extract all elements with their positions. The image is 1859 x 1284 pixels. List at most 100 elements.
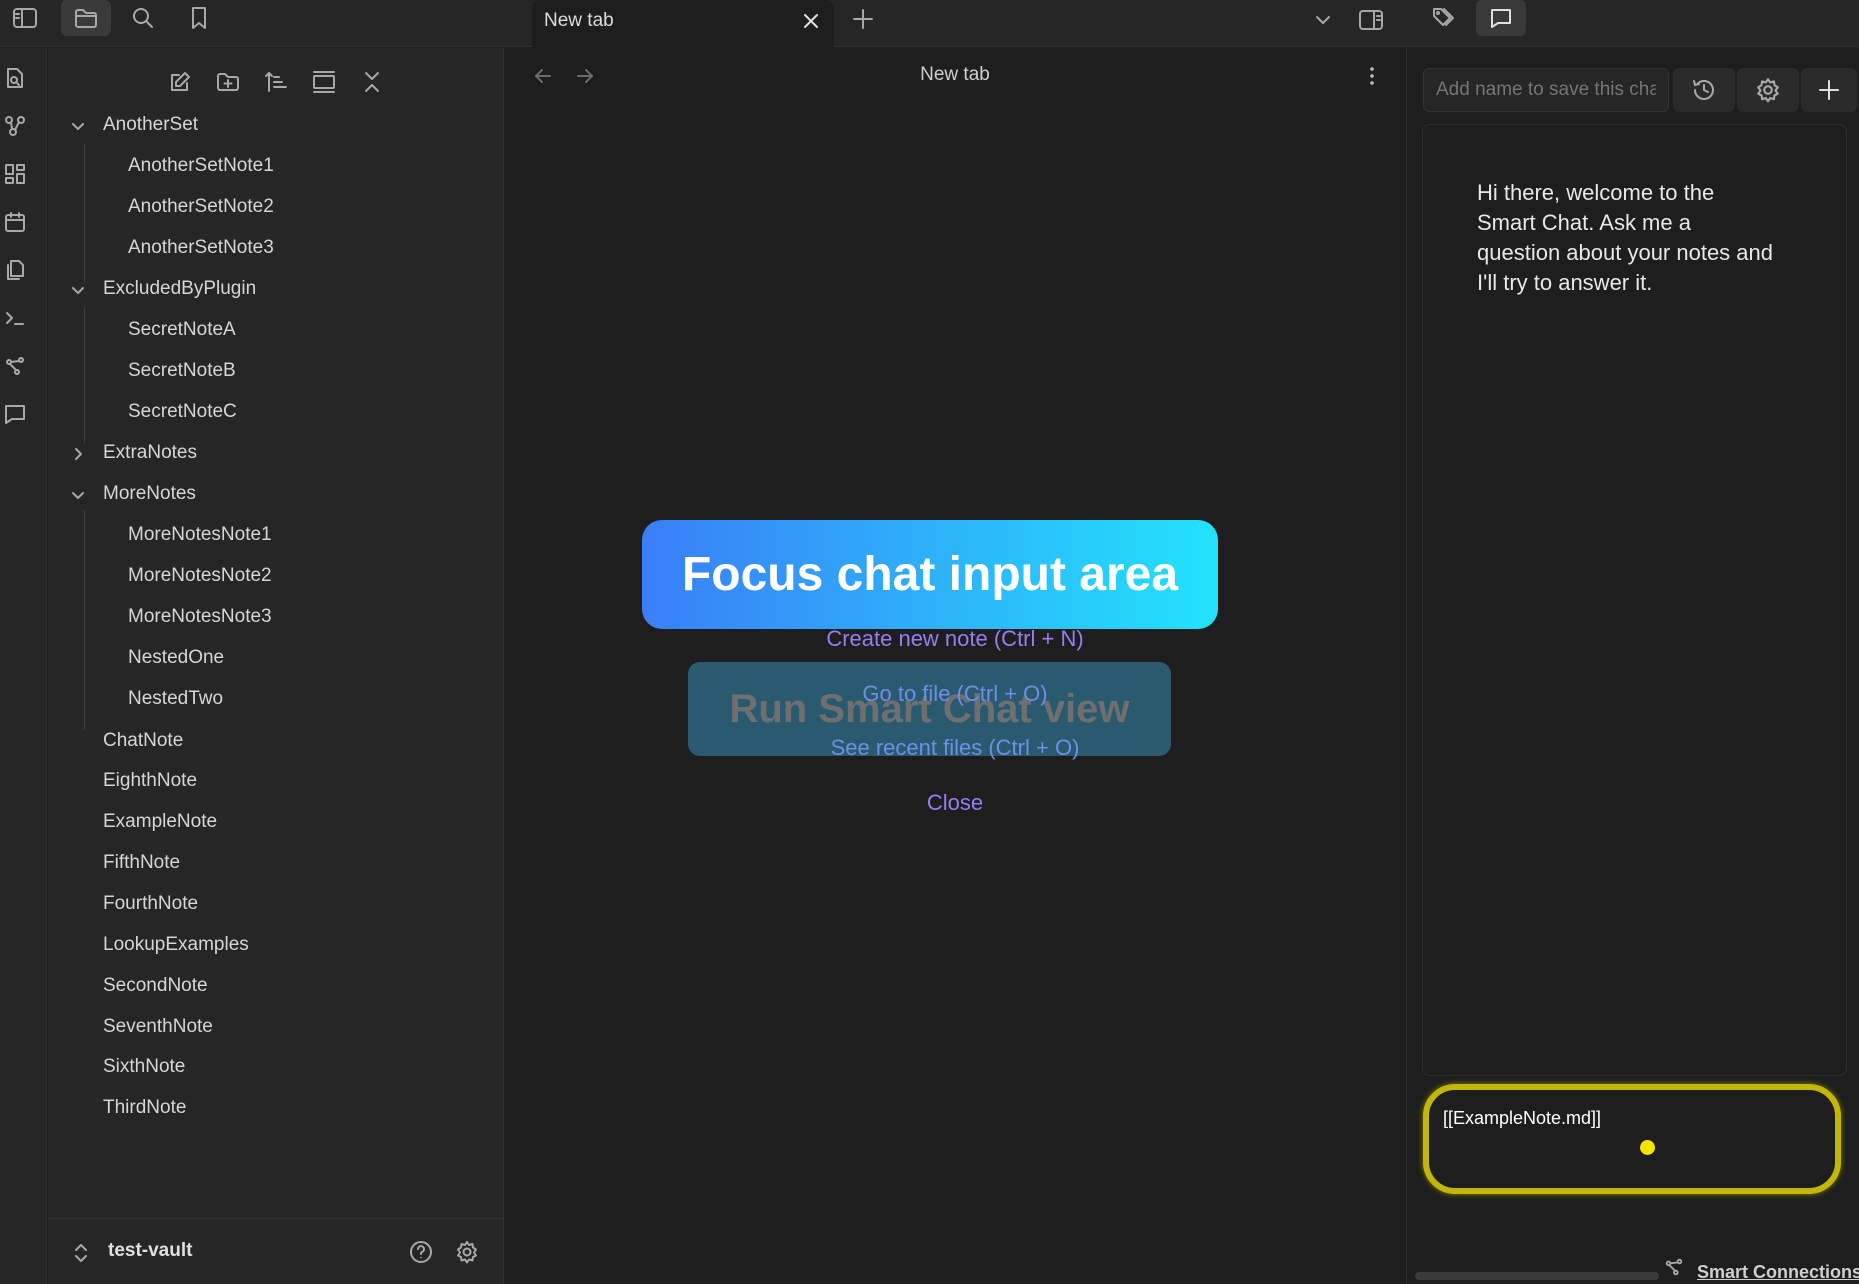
folder-item[interactable]: MoreNotes [103, 483, 196, 505]
smart-chat-view-button[interactable] [1476, 0, 1526, 36]
chat-messages: Hi there, welcome to the Smart Chat. Ask… [1422, 124, 1847, 1076]
file-item[interactable]: SeventhNote [103, 1016, 213, 1038]
layout-dashboard-icon [5, 164, 25, 184]
chat-input[interactable]: [[ExampleNote.md]] [1423, 1084, 1841, 1194]
file-item[interactable]: MoreNotesNote3 [128, 606, 272, 628]
file-item[interactable]: SixthNote [103, 1056, 185, 1078]
file-item[interactable]: SecretNoteA [128, 319, 236, 341]
file-item[interactable]: SecondNote [103, 975, 208, 997]
chat-settings-button[interactable] [1737, 68, 1799, 112]
open-command-palette-button[interactable] [3, 306, 27, 330]
welcome-message: Hi there, welcome to the Smart Chat. Ask… [1477, 180, 1774, 295]
chevron-down-icon[interactable] [70, 118, 86, 134]
insert-template-button[interactable] [3, 258, 27, 282]
horizontal-scrollbar[interactable] [1415, 1272, 1659, 1280]
view-header: New tab [505, 48, 1405, 104]
message-square-icon [5, 405, 25, 424]
title-bar: New tab [0, 0, 1859, 48]
file-item[interactable]: EighthNote [103, 770, 197, 792]
files-view-button[interactable] [61, 0, 111, 36]
settings-button[interactable] [454, 1239, 480, 1265]
close-icon [804, 14, 818, 28]
file-item[interactable]: NestedTwo [128, 688, 223, 710]
auto-reveal-button[interactable] [308, 66, 340, 98]
file-item[interactable]: AnotherSetNote1 [128, 155, 274, 177]
folder-icon [75, 9, 97, 28]
new-chat-button[interactable] [1801, 68, 1857, 112]
file-item[interactable]: NestedOne [128, 647, 224, 669]
tags-icon [1433, 8, 1454, 26]
file-item[interactable]: SecretNoteB [128, 360, 236, 382]
folder-item[interactable]: ExtraNotes [103, 442, 197, 464]
chevron-down-icon[interactable] [70, 282, 86, 298]
tab-new-tab[interactable]: New tab [532, 0, 834, 48]
search-view-button[interactable] [118, 0, 168, 36]
file-item[interactable]: FifthNote [103, 852, 180, 874]
file-item[interactable]: LookupExamples [103, 934, 249, 956]
new-folder-button[interactable] [212, 66, 244, 98]
folder-item[interactable]: AnotherSet [103, 114, 198, 136]
smart-connections-button[interactable] [3, 354, 27, 378]
collapse-all-button[interactable] [356, 66, 388, 98]
tree-guide-line [84, 144, 85, 282]
file-item[interactable]: FourthNote [103, 893, 198, 915]
see-recent-files-link[interactable]: See recent files (Ctrl + O) [505, 735, 1405, 761]
graph-icon [5, 116, 25, 136]
open-graph-view-button[interactable] [3, 114, 27, 138]
file-item[interactable]: SecretNoteC [128, 401, 237, 423]
sort-icon [265, 72, 287, 92]
folder-item[interactable]: ExcludedByPlugin [103, 278, 256, 300]
help-circle-icon [410, 1241, 432, 1263]
focus-chat-input-button[interactable]: Focus chat input area [642, 520, 1218, 629]
smart-connections-icon [6, 357, 24, 375]
close-tab-button[interactable] [800, 10, 822, 32]
tab-list-button[interactable] [1298, 2, 1348, 38]
close-link[interactable]: Close [505, 790, 1405, 816]
files-icon [7, 260, 24, 280]
file-explorer-toolbar [48, 66, 504, 102]
open-quick-switcher-button[interactable] [3, 66, 27, 90]
scroll-reveal-icon [313, 71, 335, 93]
vault-switcher-bar: test-vault [48, 1218, 504, 1284]
more-options-button[interactable] [1360, 64, 1384, 88]
open-daily-note-button[interactable] [3, 210, 27, 234]
help-button[interactable] [408, 1239, 434, 1265]
vault-name[interactable]: test-vault [108, 1240, 192, 1262]
file-item[interactable]: MoreNotesNote2 [128, 565, 272, 587]
bookmarks-view-button[interactable] [174, 0, 224, 36]
file-item[interactable]: ThirdNote [103, 1097, 186, 1119]
file-item[interactable]: ExampleNote [103, 811, 217, 833]
sidebar-left-icon [13, 8, 37, 28]
history-icon [1693, 80, 1714, 100]
new-tab-button[interactable] [850, 6, 876, 32]
chevron-down-icon[interactable] [70, 487, 86, 503]
change-sort-order-button[interactable] [260, 66, 292, 98]
main-pane: New tab Focus chat input area Run Smart … [505, 48, 1405, 1284]
chat-input-text: [[ExampleNote.md]] [1443, 1108, 1602, 1128]
file-item[interactable]: AnotherSetNote3 [128, 237, 274, 259]
gear-icon [457, 1241, 477, 1264]
toggle-left-sidebar-button[interactable] [0, 0, 50, 36]
file-item[interactable]: ChatNote [103, 730, 183, 752]
smart-connections-link[interactable]: Smart Connections [1697, 1262, 1859, 1283]
open-canvas-button[interactable] [3, 162, 27, 186]
vault-switcher-button[interactable] [72, 1241, 90, 1265]
tree-guide-line [84, 307, 85, 443]
file-item[interactable]: AnotherSetNote2 [128, 196, 274, 218]
file-search-icon [7, 68, 23, 88]
sidebar-right-icon [1359, 10, 1383, 30]
go-to-file-link[interactable]: Go to file (Ctrl + O) [505, 681, 1405, 707]
chat-history-button[interactable] [1673, 68, 1735, 112]
new-note-button[interactable] [164, 66, 196, 98]
chevrons-up-down-icon [75, 1244, 87, 1262]
create-new-note-link[interactable]: Create new note (Ctrl + N) [505, 626, 1405, 652]
chevron-right-icon[interactable] [70, 446, 86, 462]
bookmark-icon [192, 7, 206, 29]
toggle-right-sidebar-button[interactable] [1346, 2, 1396, 38]
collapse-icon [365, 72, 379, 92]
tags-view-button[interactable] [1420, 0, 1470, 36]
chat-name-input[interactable] [1423, 68, 1669, 112]
open-smart-chat-button[interactable] [3, 402, 27, 426]
chat-footer: Smart Connections [1407, 1250, 1859, 1284]
file-item[interactable]: MoreNotesNote1 [128, 524, 272, 546]
